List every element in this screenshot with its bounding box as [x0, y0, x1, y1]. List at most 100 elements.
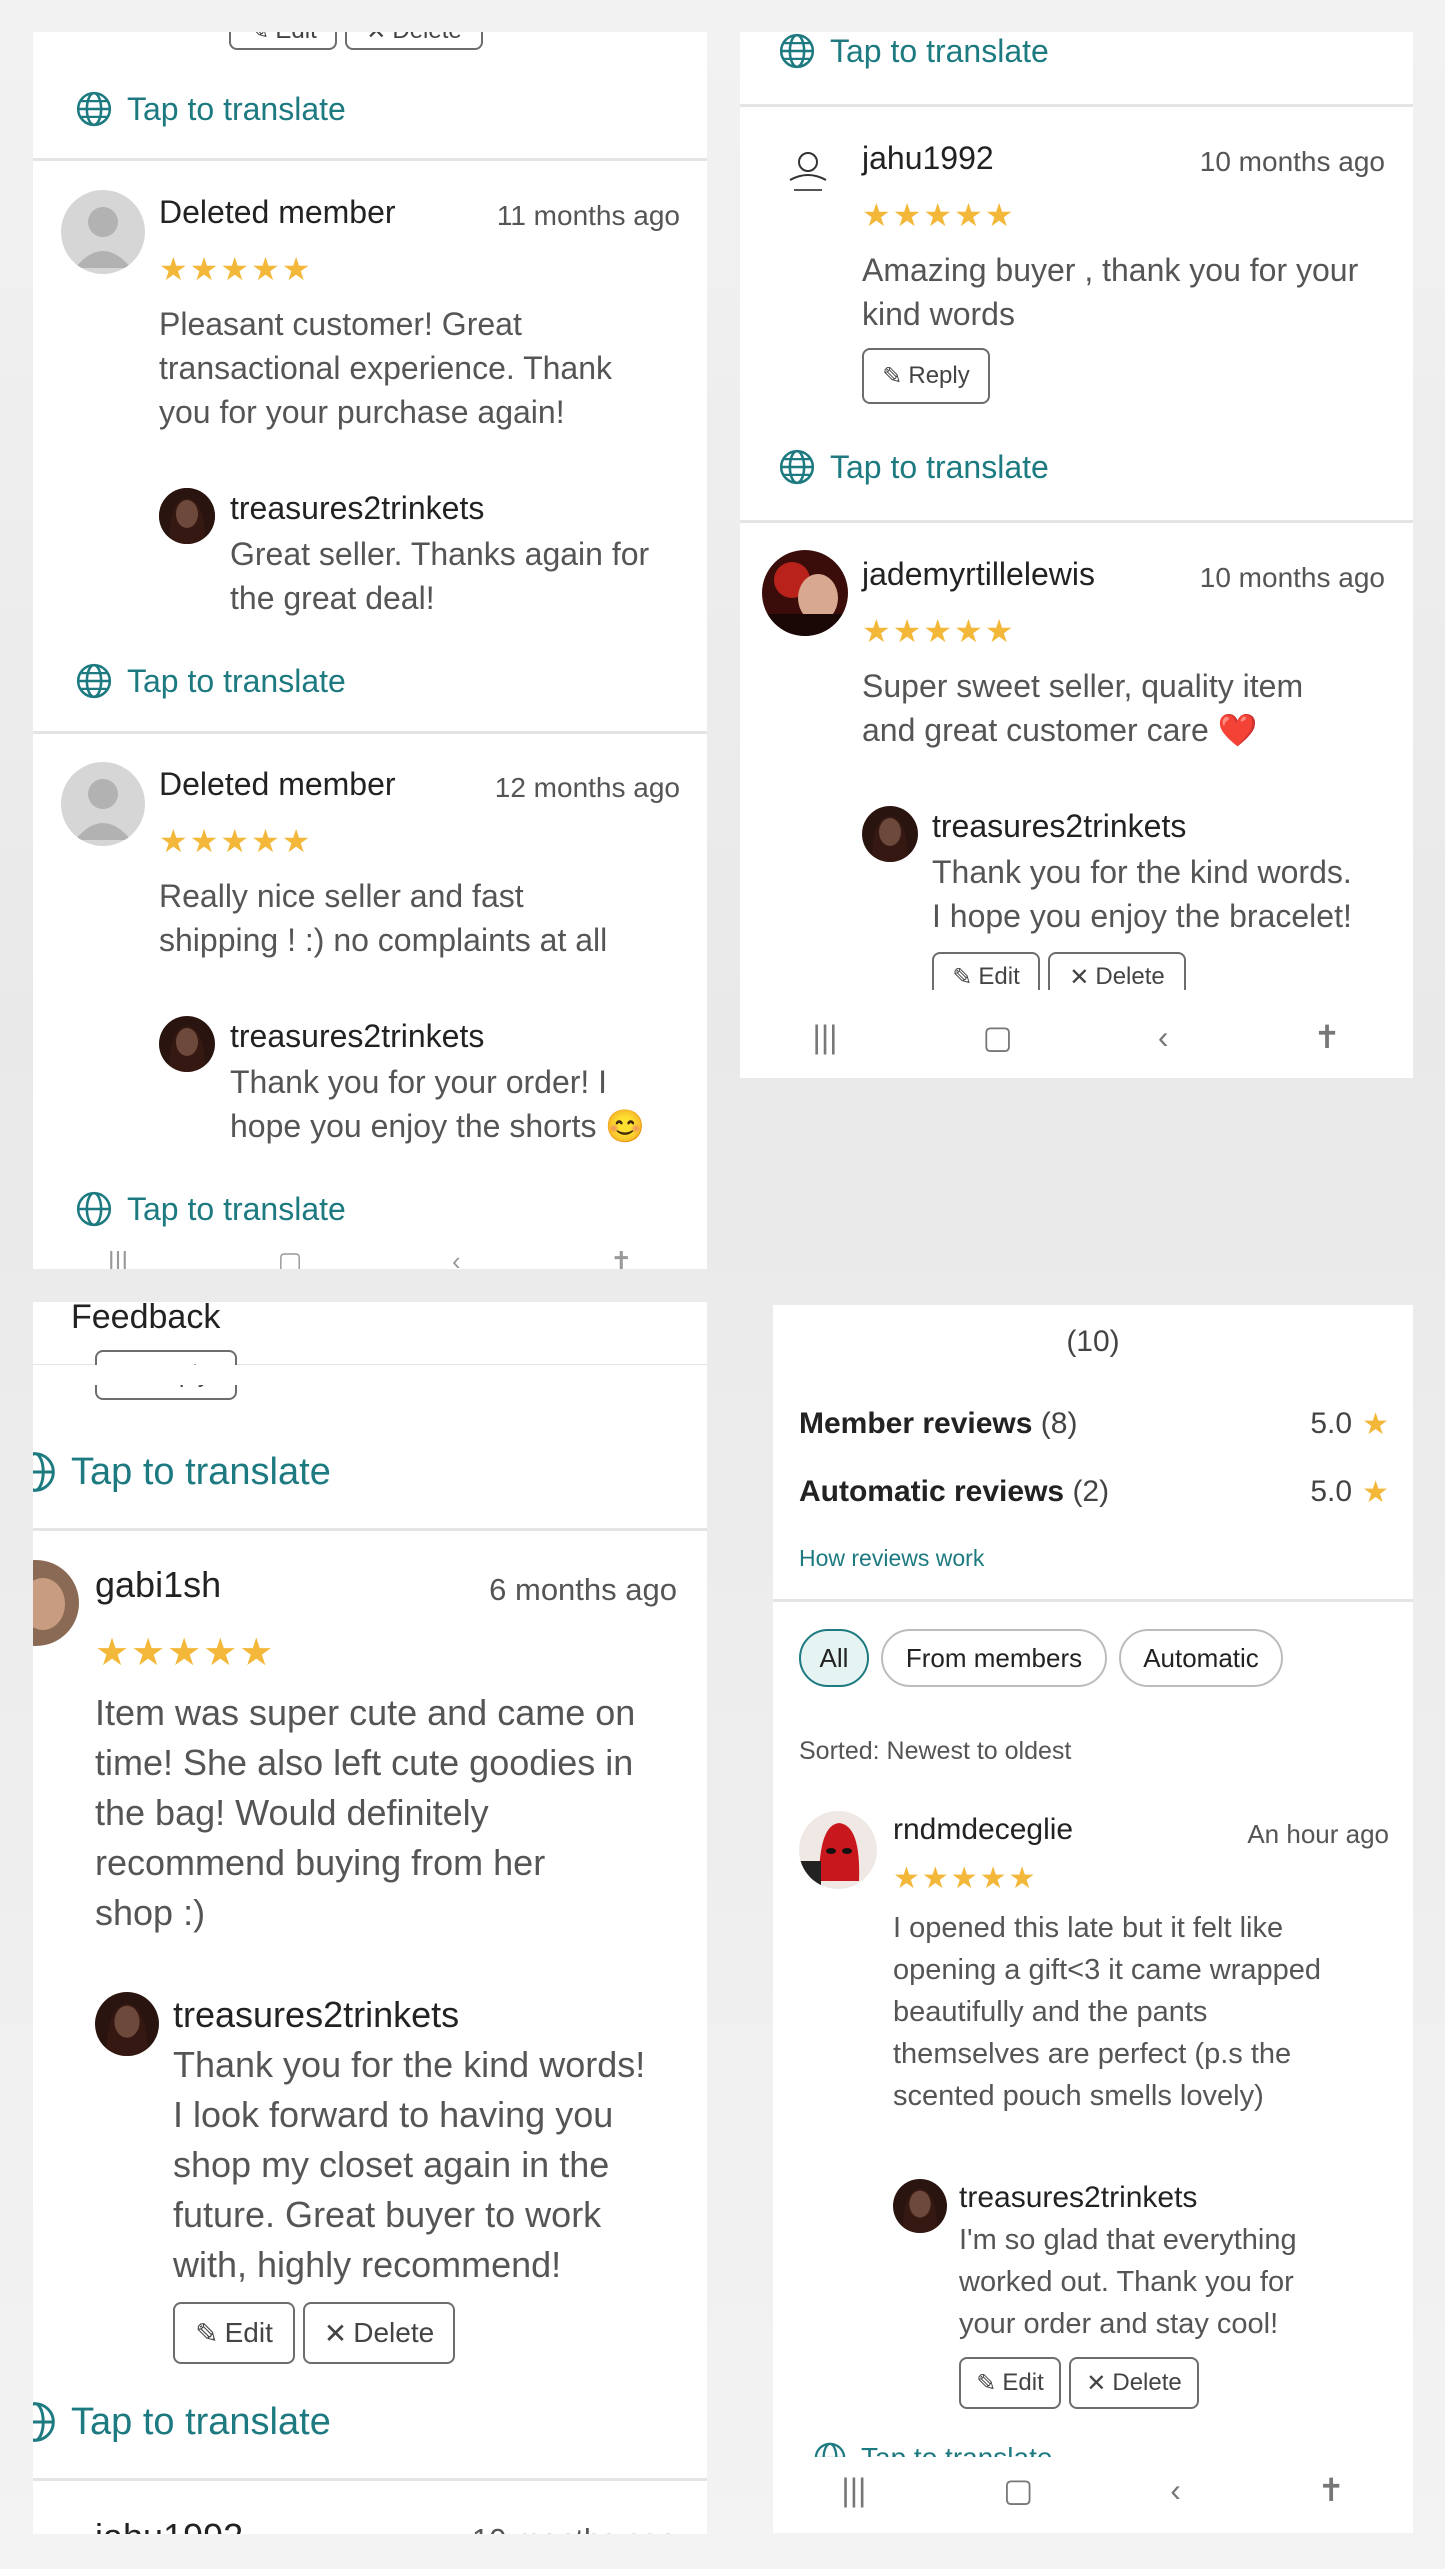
tap-to-translate-link[interactable]: Tap to translate — [778, 32, 1049, 70]
close-icon: ✕ — [323, 2317, 348, 2349]
globe-icon — [779, 449, 815, 485]
edit-button[interactable]: ✎Edit — [173, 2302, 295, 2364]
person-icon — [75, 207, 131, 268]
member-reviews-row: Member reviews (8) — [799, 1407, 1077, 1441]
reviewer-name[interactable]: jahu1992 — [862, 140, 994, 177]
seller-avatar — [159, 488, 215, 544]
review-time: 10 months ago — [1199, 146, 1385, 177]
seller-photo — [862, 806, 918, 862]
close-icon: ✕ — [1069, 963, 1090, 991]
pencil-icon: ✎ — [249, 32, 269, 46]
reviewer-name[interactable]: gabi1sh — [95, 1564, 221, 1606]
edit-button[interactable]: ✎Edit — [959, 2357, 1061, 2409]
avatar[interactable] — [766, 134, 850, 218]
member-reviews-label: Member reviews — [799, 1407, 1033, 1440]
member-reviews-score: 5.0 ★ — [1310, 1407, 1389, 1441]
reviewer-name[interactable]: rndmdeceglie — [893, 1813, 1073, 1847]
seller-photo — [893, 2179, 947, 2233]
seller-name: treasures2trinkets — [932, 808, 1187, 844]
seller-name: treasures2trinkets — [230, 490, 485, 526]
person-icon — [75, 779, 131, 840]
filter-automatic[interactable]: Automatic — [1119, 1629, 1283, 1687]
review-time: 10 months ago — [472, 2522, 677, 2534]
how-reviews-work-link[interactable]: How reviews work — [799, 1545, 984, 1572]
delete-button[interactable]: ✕Delete — [303, 2302, 455, 2364]
divider — [33, 1528, 707, 1531]
pencil-icon: ✎ — [976, 2369, 997, 2397]
globe-icon — [76, 1191, 112, 1227]
divider — [33, 731, 707, 734]
delete-button[interactable]: ✕Delete — [1069, 2357, 1199, 2409]
back-icon[interactable]: ‹ — [1170, 2472, 1181, 2509]
close-icon: ✕ — [1086, 2369, 1107, 2397]
automatic-reviews-label: Automatic reviews — [799, 1475, 1065, 1508]
star-rating: ★★★★★ — [862, 613, 1016, 649]
review-count: (10) — [1066, 1325, 1120, 1358]
recent-apps-icon[interactable]: ||| — [813, 1019, 838, 1056]
star-rating: ★★★★★ — [862, 197, 1016, 233]
seller-photo — [95, 1992, 159, 2056]
avatar[interactable] — [33, 1560, 79, 1646]
divider — [33, 2478, 707, 2481]
star-rating: ★★★★★ — [893, 1862, 1038, 1895]
seller-name: treasures2trinkets — [959, 2181, 1198, 2214]
review-text: Pleasant customer! Great transactional e… — [159, 306, 613, 430]
globe-icon — [779, 33, 815, 69]
accessibility-icon[interactable]: ✝ — [1314, 1018, 1341, 1056]
automatic-reviews-count: (2) — [1072, 1475, 1110, 1508]
star-rating: ★★★★★ — [159, 823, 313, 859]
accessibility-icon[interactable]: ✝ — [610, 1246, 632, 1270]
seller-avatar — [95, 1992, 159, 2056]
avatar[interactable] — [61, 762, 145, 846]
tap-to-translate-link[interactable]: Tap to translate — [33, 1450, 331, 1494]
reply-button[interactable]: ✎Reply — [862, 348, 990, 404]
home-icon[interactable]: ▢ — [278, 1246, 303, 1270]
seller-avatar — [159, 1016, 215, 1072]
filter-from-members[interactable]: From members — [881, 1629, 1107, 1687]
recent-apps-icon[interactable]: ||| — [108, 1246, 128, 1270]
review-text: I opened this late but it felt like open… — [893, 1912, 1322, 2112]
recent-apps-icon[interactable]: ||| — [841, 2472, 866, 2509]
globe-icon — [33, 1452, 55, 1492]
edit-button[interactable]: ✎Edit — [229, 32, 337, 50]
divider — [740, 520, 1413, 523]
seller-name: treasures2trinkets — [230, 1018, 485, 1054]
tap-to-translate-link[interactable]: Tap to translate — [33, 2400, 331, 2444]
seller-reply-text: Thank you for the kind words! I look for… — [173, 2044, 646, 2285]
seller-reply-text: Thank you for the kind words. I hope you… — [932, 854, 1352, 934]
android-nav-bar: ||| ▢ ‹ ✝ — [773, 2465, 1413, 2515]
home-icon[interactable]: ▢ — [983, 1018, 1013, 1056]
reviewer-name[interactable]: jademyrtillelewis — [862, 556, 1095, 593]
reviewer-name[interactable]: Deleted member — [159, 194, 396, 231]
tap-to-translate-link[interactable]: Tap to translate — [75, 90, 346, 128]
avatar[interactable] — [799, 1811, 877, 1889]
star-icon: ★ — [1362, 1476, 1389, 1509]
reviewer-name[interactable]: Deleted member — [159, 766, 396, 803]
back-icon[interactable]: ‹ — [452, 1246, 461, 1270]
android-nav-bar: ||| ▢ ‹ ✝ — [740, 1012, 1413, 1062]
seller-reply-text: I'm so glad that everything worked out. … — [959, 2224, 1297, 2340]
sort-label[interactable]: Sorted: Newest to oldest — [799, 1737, 1071, 1766]
accessibility-icon[interactable]: ✝ — [1318, 2471, 1345, 2509]
tap-to-translate-link[interactable]: Tap to translate — [75, 662, 346, 700]
scroll-clip — [33, 1365, 707, 1385]
star-rating: ★★★★★ — [159, 251, 313, 287]
tap-to-translate-link[interactable]: Tap to translate — [778, 448, 1049, 486]
tap-to-translate-link[interactable]: Tap to translate — [75, 1190, 346, 1228]
home-icon[interactable]: ▢ — [1003, 2471, 1033, 2509]
filter-all[interactable]: All — [799, 1629, 869, 1687]
scroll-clip — [740, 990, 1413, 1006]
review-time: 10 months ago — [1199, 562, 1385, 593]
globe-icon — [76, 663, 112, 699]
avatar[interactable] — [762, 550, 848, 636]
review-panel-bottom-left: Feedback ✎Reply Tap to translate gabi1sh… — [33, 1302, 707, 2534]
reviewer-name[interactable]: jahu1992 — [95, 2516, 243, 2534]
delete-button[interactable]: ✕Delete — [345, 32, 483, 50]
globe-icon — [33, 2402, 55, 2442]
pencil-icon: ✎ — [952, 963, 973, 991]
review-time: 11 months ago — [496, 200, 680, 231]
back-icon[interactable]: ‹ — [1158, 1019, 1169, 1056]
avatar[interactable] — [61, 190, 145, 274]
review-text: Amazing buyer , thank you for your kind … — [862, 252, 1359, 332]
divider — [33, 158, 707, 161]
